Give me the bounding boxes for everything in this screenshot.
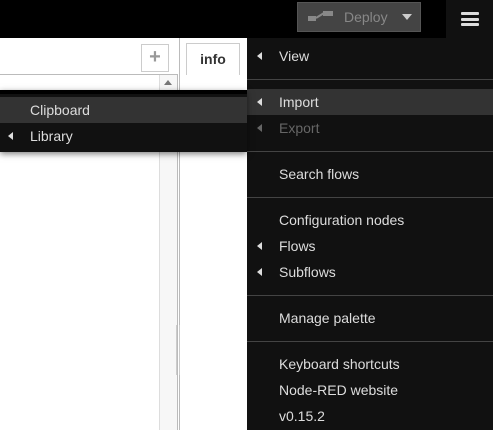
header-bar: Deploy [0,0,493,38]
menu-item-version: v0.15.2 [247,403,493,429]
deploy-flow-icon [306,2,342,32]
tab-info[interactable]: info [186,43,240,75]
menu-item-import[interactable]: Import [247,89,493,115]
menu-item-subflows[interactable]: Subflows [247,259,493,285]
menu-item-label: Search flows [279,166,360,182]
submenu-item-label: Library [30,128,73,144]
main-menu-dropdown: View Import Export Search flows Configur… [247,38,493,430]
add-flow-tab-button[interactable]: + [141,44,169,72]
import-submenu: Clipboard Library [0,90,247,152]
scroll-up-arrow-icon[interactable] [164,80,172,85]
menu-item-label: Import [279,94,319,110]
menu-divider [247,295,493,296]
menu-item-label: View [279,48,310,64]
deploy-label: Deploy [344,9,388,25]
deploy-dropdown-chevron-icon[interactable] [401,14,412,20]
menu-divider [247,197,493,198]
menu-item-label: Manage palette [279,310,376,326]
menu-item-label: Export [279,120,320,136]
sidebar-splitter-handle[interactable] [176,325,180,375]
menu-item-label: Flows [279,238,316,254]
submenu-item-clipboard[interactable]: Clipboard [0,97,247,123]
menu-item-search-flows[interactable]: Search flows [247,161,493,187]
menu-item-label: Node-RED website [279,382,399,398]
menu-item-flows[interactable]: Flows [247,233,493,259]
version-label: v0.15.2 [279,408,325,424]
menu-item-view[interactable]: View [247,43,493,69]
main-menu-button[interactable] [446,0,493,38]
workspace-tab-bar: + [0,38,178,75]
hamburger-menu-icon [460,12,479,26]
menu-item-label: Configuration nodes [279,212,405,228]
deploy-button[interactable]: Deploy [297,2,421,32]
menu-item-export: Export [247,115,493,141]
menu-item-configuration-nodes[interactable]: Configuration nodes [247,207,493,233]
menu-item-label: Subflows [279,264,336,280]
menu-divider [247,79,493,80]
submenu-item-library[interactable]: Library [0,123,247,149]
menu-item-node-red-website[interactable]: Node-RED website [247,377,493,403]
menu-divider [247,151,493,152]
menu-item-keyboard-shortcuts[interactable]: Keyboard shortcuts [247,351,493,377]
submenu-item-label: Clipboard [30,102,90,118]
menu-item-manage-palette[interactable]: Manage palette [247,305,493,331]
menu-item-label: Keyboard shortcuts [279,356,400,372]
menu-divider [247,341,493,342]
